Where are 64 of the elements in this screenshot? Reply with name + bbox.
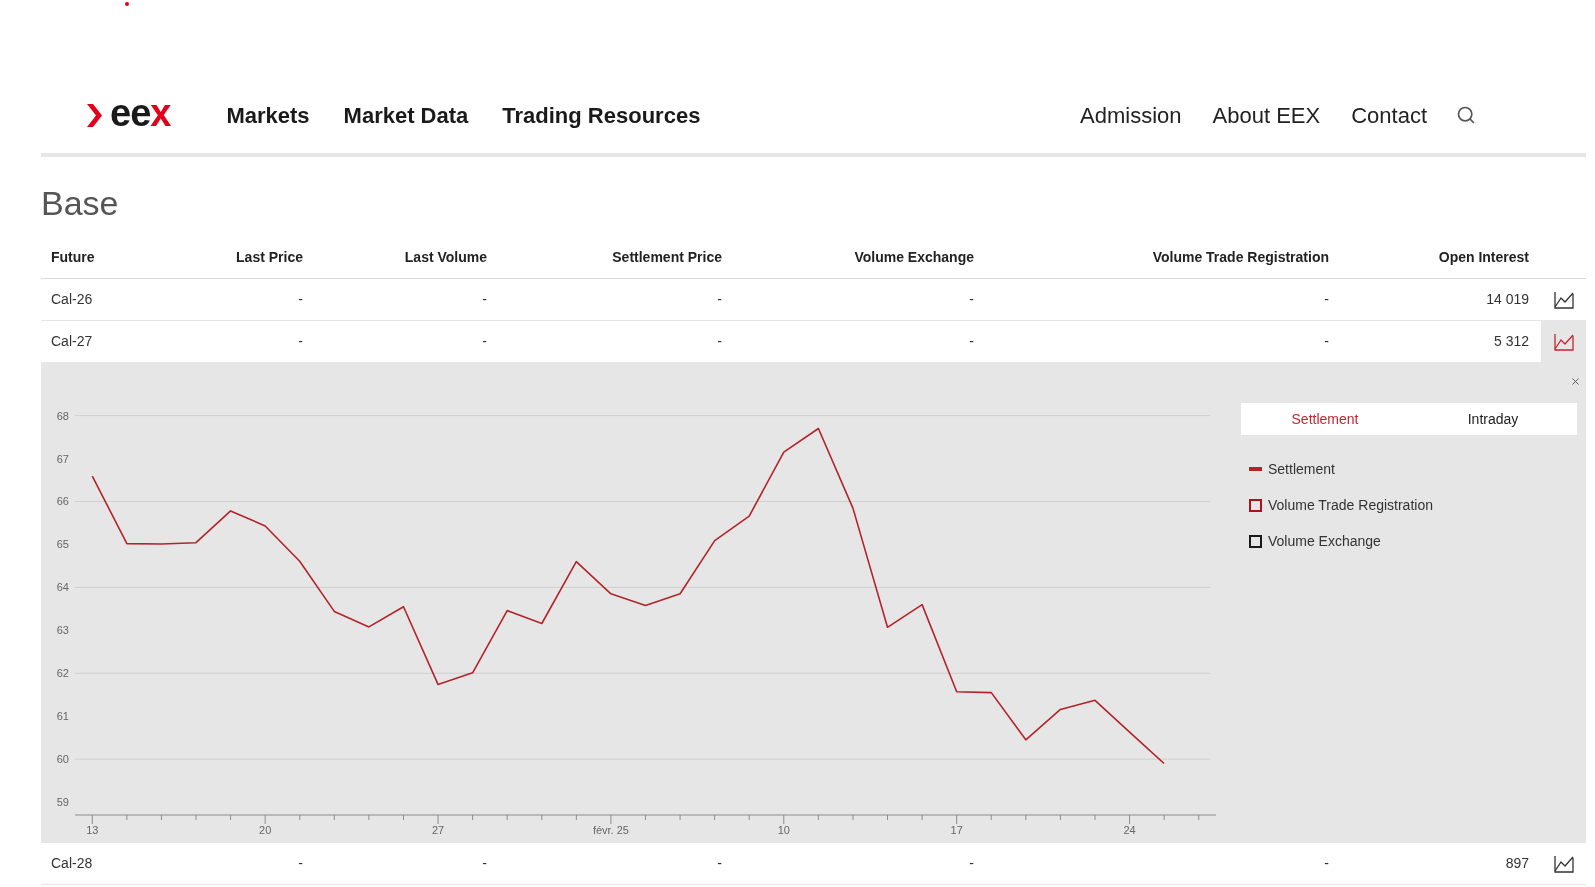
table-value: -: [298, 854, 303, 873]
y-axis-label: 63: [56, 624, 69, 637]
table-value: -: [969, 854, 974, 873]
line-chart-icon[interactable]: [1553, 854, 1574, 873]
y-axis-label: 62: [56, 667, 69, 680]
x-axis-label: 27: [431, 824, 445, 836]
nav-link[interactable]: About EEX: [1212, 98, 1321, 132]
chevron-icon: [87, 103, 102, 127]
search-icon[interactable]: [1456, 105, 1476, 125]
table-value: -: [969, 290, 974, 309]
column-header: Last Price: [236, 248, 303, 267]
column-header: Open Interest: [1438, 248, 1529, 267]
chart-tab[interactable]: Intraday: [1409, 403, 1577, 435]
x-axis-label: 24: [1123, 824, 1136, 836]
chart-tab[interactable]: Settlement: [1241, 403, 1409, 435]
nav-link[interactable]: Admission: [1080, 98, 1182, 132]
table-value: -: [717, 332, 722, 351]
table-value: -: [1324, 332, 1329, 351]
logo-text[interactable]: eex: [110, 94, 171, 136]
contract-label: Cal-26: [51, 290, 93, 309]
y-axis-label: 59: [56, 796, 69, 809]
table-value: -: [298, 290, 303, 309]
column-header: Volume Trade Registration: [1152, 248, 1329, 267]
nav-link[interactable]: Markets: [226, 98, 310, 132]
contract-label: Cal-27: [51, 332, 93, 351]
column-header: Settlement Price: [612, 248, 722, 267]
x-axis-label: 17: [950, 824, 963, 836]
x-axis-label: 20: [259, 824, 272, 836]
y-axis-label: 64: [56, 581, 69, 594]
legend-item[interactable]: Volume Exchange: [1268, 530, 1381, 552]
table-value: 14 019: [1486, 290, 1529, 309]
table-value: 897: [1505, 854, 1529, 873]
chart-toggle-button[interactable]: [1541, 321, 1586, 362]
table-value: 5 312: [1493, 332, 1529, 351]
nav-link[interactable]: Contact: [1351, 98, 1427, 132]
nav-link[interactable]: Market Data: [343, 98, 469, 132]
section-title: Base: [41, 183, 119, 223]
y-axis-label: 66: [56, 495, 69, 508]
table-value: -: [482, 290, 487, 309]
x-axis-label: 10: [777, 824, 790, 836]
table-value: -: [717, 854, 722, 873]
table-value: -: [298, 332, 303, 351]
legend-item[interactable]: Settlement: [1268, 458, 1335, 480]
table-value: -: [1324, 290, 1329, 309]
column-header: Last Volume: [404, 248, 487, 267]
contract-label: Cal-28: [51, 854, 93, 873]
table-value: -: [969, 332, 974, 351]
y-axis-label: 60: [56, 753, 69, 766]
table-value: -: [482, 854, 487, 873]
y-axis-label: 68: [56, 409, 69, 422]
table-value: -: [1324, 854, 1329, 873]
x-axis-label: févr. 25: [592, 824, 629, 836]
x-axis-label: 13: [86, 824, 99, 836]
column-header: Volume Exchange: [854, 248, 974, 267]
y-axis-label: 65: [56, 538, 69, 551]
table-value: -: [717, 290, 722, 309]
y-axis-label: 67: [56, 452, 69, 465]
column-header: Future: [51, 248, 95, 267]
close-icon[interactable]: [1570, 376, 1581, 387]
table-value: -: [482, 332, 487, 351]
legend-item[interactable]: Volume Trade Registration: [1268, 494, 1433, 516]
nav-link[interactable]: Trading Resources: [502, 98, 701, 132]
line-chart-icon[interactable]: [1553, 290, 1574, 309]
y-axis-label: 61: [56, 710, 69, 723]
